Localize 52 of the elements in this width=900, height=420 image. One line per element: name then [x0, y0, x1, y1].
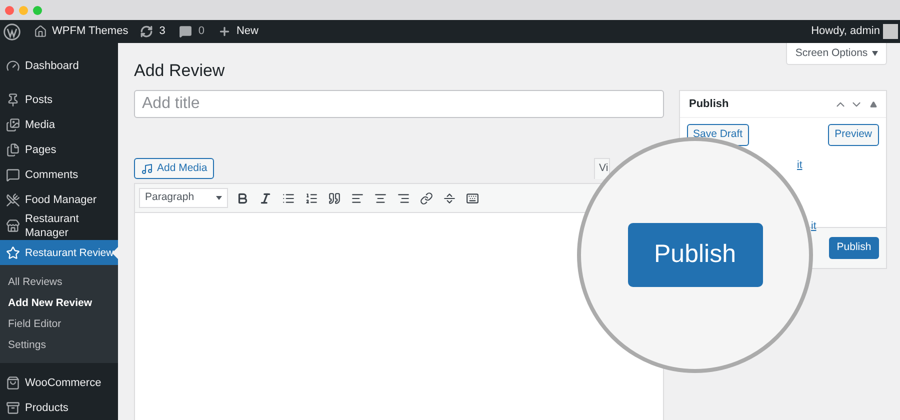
edit-link[interactable]: it: [811, 220, 816, 232]
dropdown-triangle-icon: [216, 196, 222, 200]
sidebar-item[interactable]: Media: [0, 112, 118, 137]
sidebar-item[interactable]: Restaurant Manager: [0, 212, 118, 240]
preview-button[interactable]: Preview: [828, 124, 879, 146]
bag-icon: [6, 376, 20, 390]
submenu-item[interactable]: Settings: [0, 335, 118, 356]
sidebar-item[interactable]: Products: [0, 395, 118, 420]
gauge-icon: [6, 58, 20, 72]
current-pointer-icon: [112, 247, 118, 259]
dropdown-triangle-icon: [872, 51, 878, 56]
format-select[interactable]: Paragraph: [139, 188, 228, 208]
images-icon: [6, 118, 20, 132]
account-link[interactable]: Howdy, admin: [811, 23, 898, 40]
avatar-icon: [883, 24, 898, 39]
title-input-field[interactable]: Add title: [134, 90, 664, 118]
publish-panel-title: Publish: [689, 96, 729, 112]
submenu-item[interactable]: Add New Review: [0, 293, 118, 314]
publish-button[interactable]: Publish: [829, 237, 879, 259]
page-title: Add Review: [134, 61, 226, 81]
updates-link[interactable]: 3: [140, 23, 166, 40]
sidebar-item[interactable]: Posts: [0, 87, 118, 112]
sidebar-item[interactable]: WooCommerce: [0, 370, 118, 395]
wordpress-logo-icon[interactable]: [3, 22, 21, 40]
add-media-button[interactable]: Add Media: [134, 158, 214, 179]
pages-icon: [6, 142, 20, 156]
site-name-link[interactable]: WPFM Themes: [34, 23, 128, 40]
speech-bubble-icon: [6, 168, 20, 182]
media-icon: [141, 162, 153, 174]
speech-bubble-icon: [179, 25, 192, 38]
new-link[interactable]: New: [218, 23, 258, 40]
star-icon: [6, 246, 20, 260]
screen-options-button[interactable]: Screen Options: [786, 43, 887, 65]
cutlery-icon: [6, 192, 20, 206]
submenu-item[interactable]: All Reviews: [0, 272, 118, 293]
store-icon: [6, 219, 20, 233]
submenu-item[interactable]: Field Editor: [0, 314, 118, 335]
sidebar-item[interactable]: Food Manager: [0, 187, 118, 212]
publish-button[interactable]: Publish: [628, 223, 762, 287]
sidebar-item[interactable]: Pages: [0, 137, 118, 162]
archive-icon: [6, 400, 20, 414]
sidebar-item[interactable]: Restaurant Review: [0, 240, 118, 265]
pin-icon: [6, 92, 20, 106]
collapse-triangle-icon[interactable]: [870, 100, 877, 108]
home-icon: [34, 25, 47, 38]
sidebar-item[interactable]: Comments: [0, 162, 118, 187]
refresh-icon: [140, 25, 154, 38]
sidebar-item[interactable]: Dashboard: [0, 53, 118, 78]
comments-link[interactable]: 0: [179, 23, 204, 40]
plus-icon: [218, 25, 232, 38]
editor-tab[interactable]: Vi: [594, 158, 610, 179]
edit-link[interactable]: it: [797, 159, 802, 171]
